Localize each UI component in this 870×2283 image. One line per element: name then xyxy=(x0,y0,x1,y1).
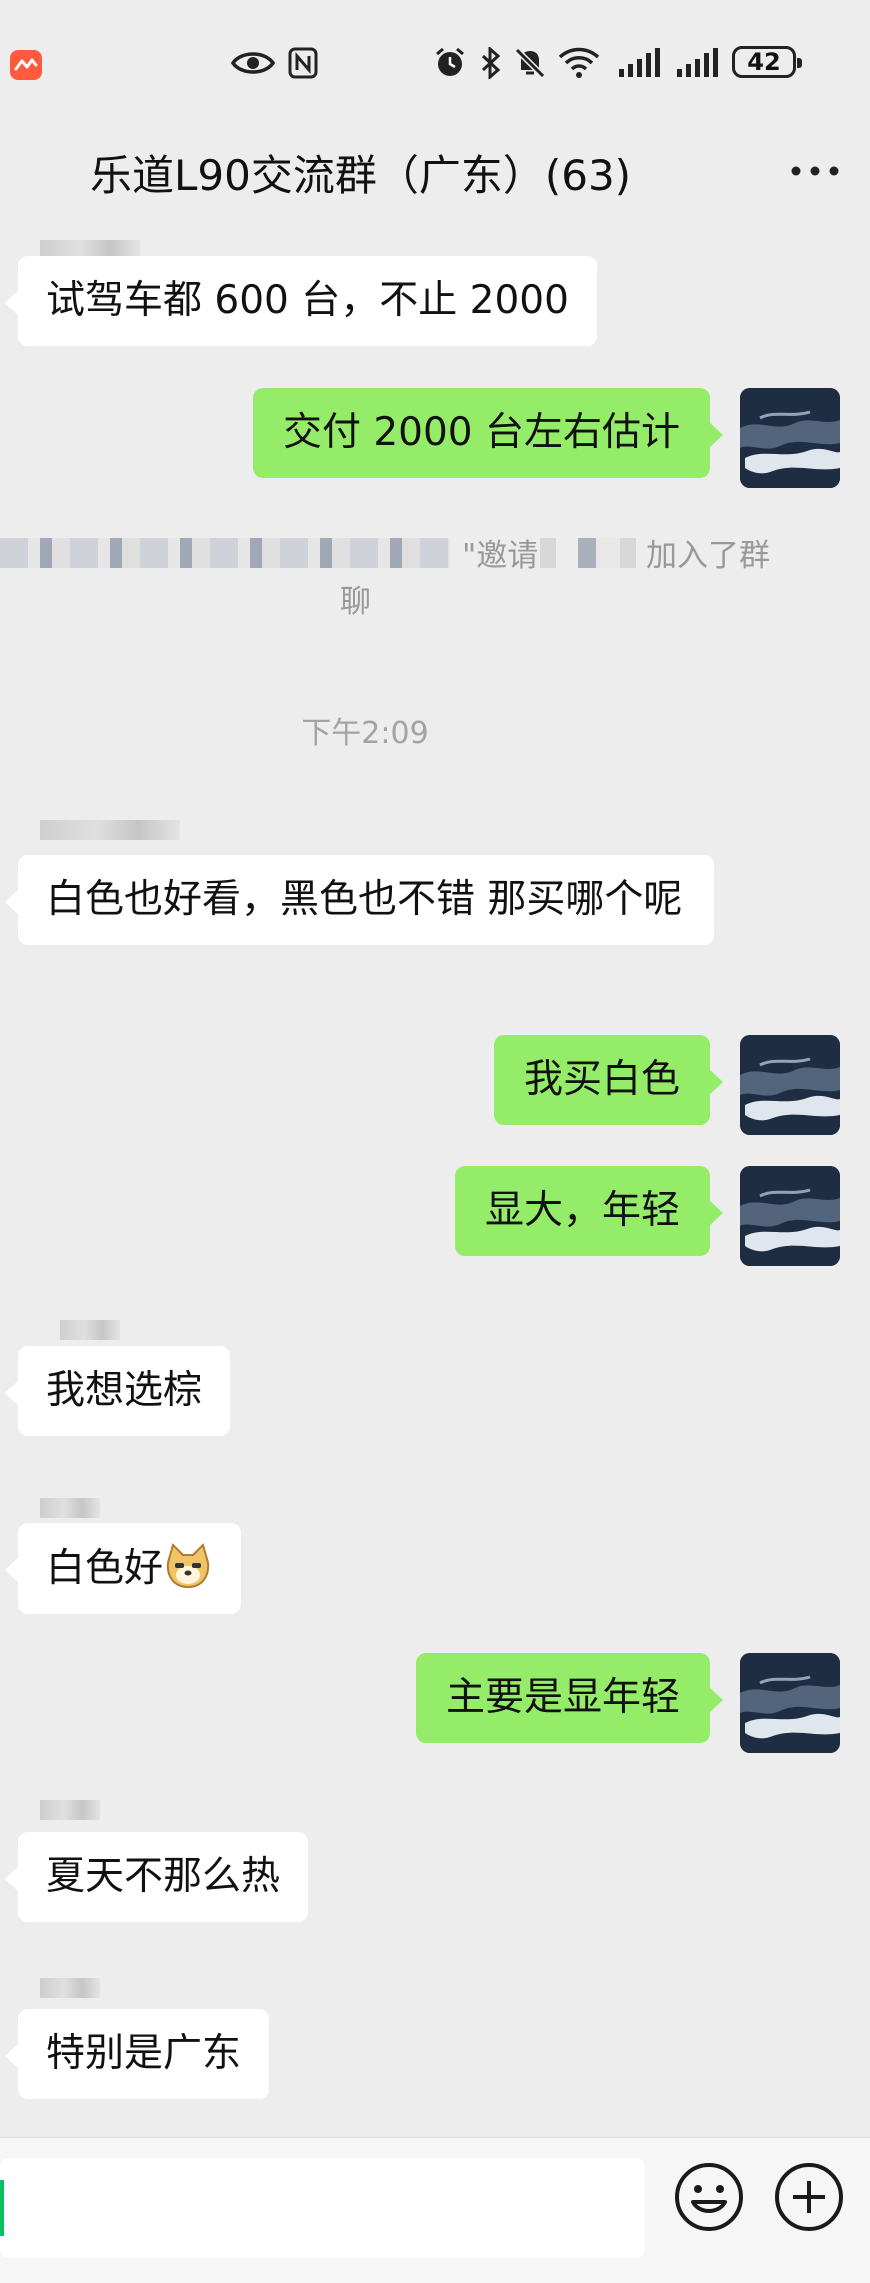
input-bar xyxy=(0,2137,870,2283)
eye-icon xyxy=(230,38,276,88)
app-notification-icon xyxy=(10,50,42,80)
chat-title: 乐道L90交流群（广东）(63) xyxy=(90,151,632,200)
alarm-icon xyxy=(432,38,468,88)
message-input[interactable] xyxy=(0,2158,645,2258)
avatar[interactable] xyxy=(740,388,840,488)
bluetooth-icon xyxy=(478,38,504,88)
sender-name-blurred xyxy=(40,820,180,840)
message-bubble[interactable]: 试驾车都 600 台，不止 2000 xyxy=(5,256,597,346)
doge-emoji-icon xyxy=(163,1541,213,1591)
message-bubble-self[interactable]: 主要是显年轻 xyxy=(415,1653,724,1743)
message-bubble-self[interactable]: 显大，年轻 xyxy=(454,1166,724,1256)
plus-circle-icon[interactable] xyxy=(772,2160,846,2234)
avatar[interactable] xyxy=(740,1653,840,1753)
signal-icon xyxy=(674,38,720,88)
timestamp: 下午2:09 xyxy=(301,716,429,751)
wifi-icon xyxy=(556,38,602,88)
battery-icon: 42 xyxy=(732,46,802,78)
message-bubble-self[interactable]: 交付 2000 台左右估计 xyxy=(252,388,724,478)
avatar[interactable] xyxy=(740,1035,840,1135)
system-invite-text: "邀请 xyxy=(462,538,539,574)
blurred-names xyxy=(0,538,450,568)
message-bubble[interactable]: 特别是广东 xyxy=(4,2009,270,2099)
system-joined-text: 加入了群 xyxy=(646,538,770,574)
text-caret xyxy=(0,2180,4,2236)
avatar[interactable] xyxy=(740,1166,840,1266)
signal-icon xyxy=(616,38,662,88)
message-text: 白色好 xyxy=(46,1546,164,1591)
chat-header: 乐道L90交流群（广东）(63) xyxy=(0,120,870,225)
nfc-icon xyxy=(286,38,320,88)
message-bubble[interactable]: 白色好 xyxy=(4,1523,242,1614)
battery-level: 42 xyxy=(747,48,781,76)
message-bubble[interactable]: 我想选棕 xyxy=(4,1346,231,1436)
sender-name-blurred xyxy=(60,1320,120,1340)
message-bubble[interactable]: 夏天不那么热 xyxy=(4,1832,309,1922)
system-joined-text-cont: 聊 xyxy=(340,584,371,620)
sender-name-blurred xyxy=(40,1498,100,1518)
message-bubble[interactable]: 白色也好看，黑色也不错 那买哪个呢 xyxy=(5,855,714,945)
blurred-names xyxy=(540,538,640,568)
sender-name-blurred xyxy=(40,1978,100,1998)
smiley-icon[interactable] xyxy=(672,2160,746,2234)
more-dots-icon[interactable] xyxy=(786,142,844,200)
message-bubble-self[interactable]: 我买白色 xyxy=(493,1035,724,1125)
mute-icon xyxy=(512,38,548,88)
status-bar: 42 xyxy=(0,0,870,120)
sender-name-blurred xyxy=(40,1800,100,1820)
